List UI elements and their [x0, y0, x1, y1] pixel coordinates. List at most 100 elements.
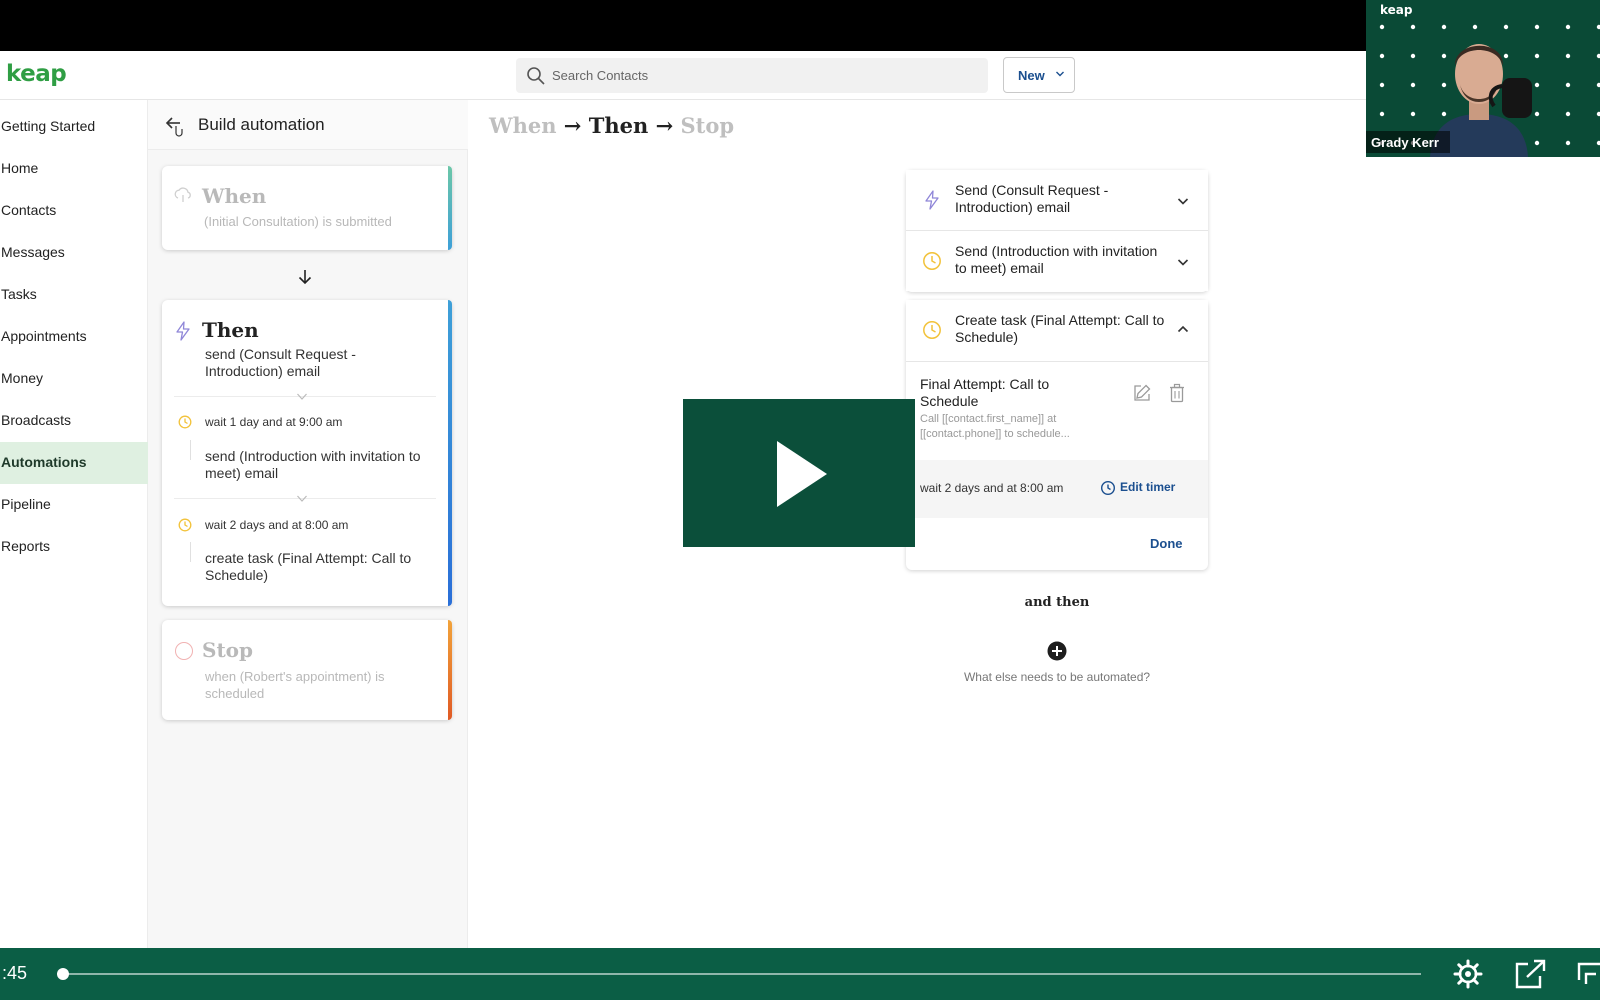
- stop-card[interactable]: Stop when (Robert's appointment) is sche…: [162, 620, 452, 720]
- sidebar-item-label: Contacts: [1, 202, 57, 218]
- sidebar-item-contacts[interactable]: Contacts: [0, 190, 148, 232]
- video-player: keap Search Contacts New Getting Started…: [0, 0, 1600, 1000]
- breadcrumb-arrow: →: [655, 113, 674, 138]
- playback-time: :45: [2, 963, 28, 983]
- webcam-keap-logo: keap: [1380, 3, 1413, 17]
- app-header: keap Search Contacts New: [0, 51, 1600, 100]
- panel-header: Build automation: [148, 100, 468, 150]
- sidebar-item-pipeline[interactable]: Pipeline: [0, 484, 148, 526]
- sidebar-item-broadcasts[interactable]: Broadcasts: [0, 400, 148, 442]
- video-controls: :45: [0, 948, 1600, 1000]
- automation-builder-panel: Build automation When (Initial Consultat…: [148, 100, 468, 948]
- task-description: Call [[contact.first_name]] at [[contact…: [920, 413, 1070, 440]
- pattern-dot: [1565, 53, 1571, 59]
- sidebar-item-automations[interactable]: Automations: [0, 442, 148, 484]
- card-accent: [448, 620, 452, 720]
- sidebar-item-tasks[interactable]: Tasks: [0, 274, 148, 316]
- sidebar-item-label: Messages: [1, 244, 65, 260]
- search-placeholder: Search Contacts: [552, 68, 649, 83]
- share-icon[interactable]: [1514, 958, 1548, 990]
- pattern-dot: [1410, 53, 1416, 59]
- arrow-down-icon: [298, 270, 312, 285]
- pattern-dot: [1379, 82, 1385, 88]
- sidebar-item-label: Tasks: [1, 286, 37, 302]
- play-icon: [777, 441, 827, 507]
- timer-row: wait 2 days and at 8:00 am Edit timer: [906, 460, 1208, 518]
- when-subtitle: (Initial Consultation) is submitted: [204, 214, 392, 229]
- keap-logo[interactable]: keap: [6, 61, 67, 87]
- sidebar-nav: Getting Started Home Contacts Messages T…: [0, 100, 148, 948]
- chevron-down-icon: [297, 495, 307, 502]
- chevron-down-icon[interactable]: [1176, 194, 1190, 208]
- automation-canvas: When → Then → Stop Send (Consult Request…: [468, 100, 1600, 948]
- clock-icon: [923, 321, 941, 339]
- breadcrumb: When → Then → Stop: [489, 113, 734, 138]
- new-button-label: New: [1018, 68, 1045, 83]
- edit-timer-link[interactable]: Edit timer: [1120, 480, 1175, 494]
- new-button[interactable]: New: [1003, 57, 1075, 93]
- when-title: When: [202, 184, 267, 208]
- presenter-name-tag: Grady Kerr: [1366, 131, 1450, 153]
- step-create-task[interactable]: Create task (Final Attempt: Call to Sche…: [906, 300, 1208, 361]
- step-label: Send (Consult Request - Introduction) em…: [955, 182, 1109, 215]
- done-button[interactable]: Done: [1150, 536, 1183, 551]
- wait-label: wait 2 days and at 8:00 am: [205, 518, 349, 532]
- add-step-icon[interactable]: [1047, 641, 1067, 661]
- then-first-action: send (Consult Request - Introduction) em…: [205, 346, 356, 379]
- breadcrumb-stop[interactable]: Stop: [680, 113, 734, 138]
- sidebar-item-label: Reports: [1, 538, 51, 554]
- pattern-dot: [1565, 82, 1571, 88]
- then-card[interactable]: Then send (Consult Request - Introductio…: [162, 300, 452, 606]
- pattern-dot: [1410, 111, 1416, 117]
- sidebar-item-messages[interactable]: Messages: [0, 232, 148, 274]
- breadcrumb-then[interactable]: Then: [589, 113, 649, 138]
- wait-label: wait 1 day and at 9:00 am: [205, 415, 343, 429]
- letterbox-top: [0, 0, 1600, 51]
- breadcrumb-when[interactable]: When: [489, 113, 556, 138]
- bolt-icon: [925, 190, 939, 210]
- pattern-dot: [1565, 24, 1571, 30]
- pattern-dot: [1565, 140, 1571, 146]
- sidebar-item-label: Home: [1, 160, 39, 176]
- stop-title: Stop: [202, 638, 254, 662]
- clock-icon: [178, 415, 192, 429]
- webcam-overlay: keap Grady Kerr: [1366, 0, 1600, 157]
- back-arrow-icon[interactable]: [164, 115, 186, 137]
- sidebar-item-label: Pipeline: [1, 496, 51, 512]
- step-send-consult-request[interactable]: Send (Consult Request - Introduction) em…: [906, 170, 1208, 230]
- progress-track[interactable]: [58, 973, 1421, 975]
- timer-label: wait 2 days and at 8:00 am: [920, 481, 1064, 495]
- trash-icon[interactable]: [1168, 383, 1186, 403]
- then-title: Then: [202, 318, 259, 342]
- card-accent: [448, 300, 452, 606]
- step-group: Send (Consult Request - Introduction) em…: [906, 170, 1208, 292]
- sidebar-item-label: Getting Started: [1, 118, 96, 134]
- play-button[interactable]: [683, 399, 915, 547]
- step-send-introduction[interactable]: Send (Introduction with invitation to me…: [906, 231, 1208, 291]
- card-accent: [448, 166, 452, 250]
- chevron-down-icon[interactable]: [1176, 255, 1190, 269]
- clock-icon: [178, 518, 192, 532]
- presenter-name: Grady Kerr: [1371, 135, 1439, 150]
- when-card[interactable]: When (Initial Consultation) is submitted: [162, 166, 452, 250]
- sidebar-item-getting-started[interactable]: Getting Started: [0, 106, 148, 148]
- task-title: Final Attempt: Call to Schedule: [920, 376, 1050, 409]
- sidebar-item-reports[interactable]: Reports: [0, 526, 148, 568]
- sidebar-item-appointments[interactable]: Appointments: [0, 316, 148, 358]
- search-icon: [527, 67, 545, 85]
- breadcrumb-arrow: →: [563, 113, 582, 138]
- sidebar-item-home[interactable]: Home: [0, 148, 148, 190]
- picture-in-picture-icon[interactable]: [1576, 960, 1600, 988]
- panel-title: Build automation: [198, 115, 325, 134]
- step-action: send (Introduction with invitation to me…: [205, 448, 421, 481]
- chevron-up-icon[interactable]: [1176, 322, 1190, 336]
- progress-handle[interactable]: [57, 968, 70, 980]
- pattern-dot: [1565, 111, 1571, 117]
- sidebar-item-label: Broadcasts: [1, 412, 72, 428]
- sidebar-item-money[interactable]: Money: [0, 358, 148, 400]
- search-box[interactable]: Search Contacts: [516, 58, 988, 93]
- gear-icon[interactable]: [1453, 959, 1483, 989]
- connector-line: [190, 542, 191, 562]
- and-then-label: and then: [1024, 595, 1090, 610]
- edit-icon[interactable]: [1132, 383, 1152, 403]
